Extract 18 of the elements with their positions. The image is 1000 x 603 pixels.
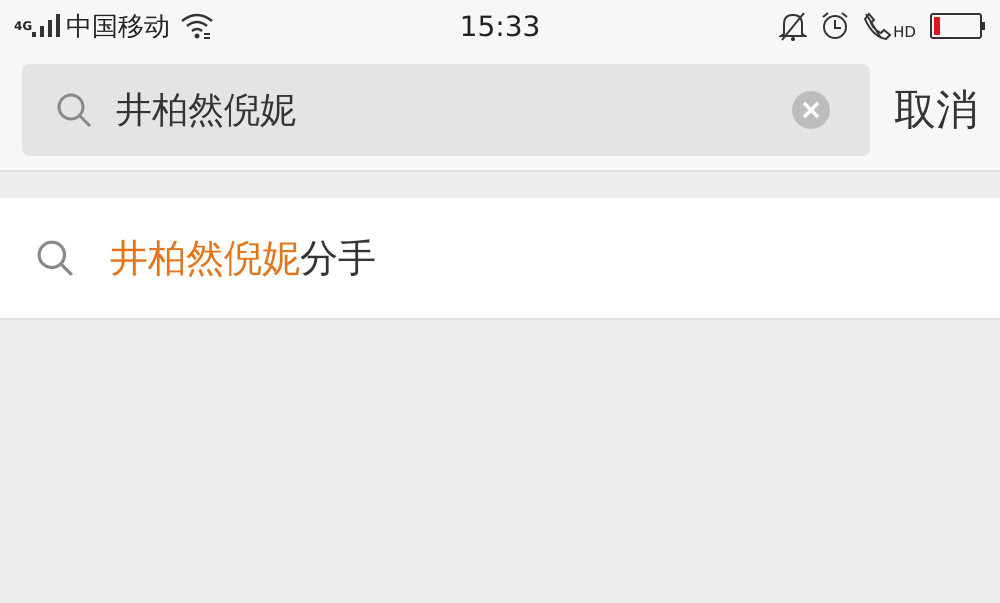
carrier-name: 中国移动	[66, 10, 170, 44]
search-field[interactable]: 井柏然倪妮	[22, 64, 870, 156]
signal-icon	[32, 14, 62, 38]
network-type: 4G	[14, 18, 32, 32]
wifi-icon	[180, 12, 214, 40]
clear-icon[interactable]	[792, 91, 830, 129]
battery-icon	[930, 13, 986, 39]
clock-time: 15:33	[460, 10, 540, 42]
bell-muted-icon	[779, 11, 808, 41]
cancel-button[interactable]: 取消	[894, 82, 978, 138]
phone-icon	[863, 11, 894, 41]
search-icon	[56, 92, 92, 128]
search-icon	[36, 239, 74, 277]
suggestion-text: 井柏然倪妮分手	[110, 234, 376, 282]
suggestion-row[interactable]: 井柏然倪妮分手	[0, 198, 1000, 320]
alarm-clock-icon	[821, 11, 850, 41]
hd-call-label: HD	[893, 23, 916, 41]
search-query: 井柏然倪妮	[116, 88, 297, 132]
